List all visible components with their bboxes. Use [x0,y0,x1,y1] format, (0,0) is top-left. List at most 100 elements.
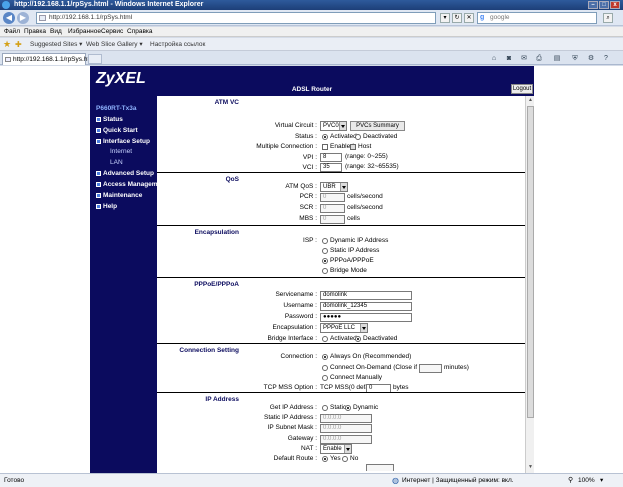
tab-rpsys[interactable]: http://192.168.1.1/rpSys.html [2,53,96,65]
refresh-icon[interactable]: ↻ [452,13,462,23]
favorites-link-suggested-sites[interactable]: Suggested Sites ▾ [30,38,82,51]
mail-icon[interactable]: ✉ [519,54,529,63]
status-activated-radio[interactable] [322,134,328,140]
vci-input[interactable]: 35 [320,163,342,172]
close-icon[interactable]: x [610,1,620,9]
multiple-connection-label: Multiple Connection : [256,143,317,150]
truncated-input[interactable] [366,464,394,471]
nav-status[interactable]: Status [96,116,123,124]
favorites-star-icon[interactable]: ★ [3,38,11,51]
feeds-icon[interactable]: ◙ [504,54,514,63]
vci-range: (range: 32~65535) [345,163,399,170]
maximize-icon[interactable]: □ [599,1,609,9]
zoom-icon[interactable]: ⚲ [568,474,573,487]
logout-button[interactable]: Logout [511,84,533,94]
tools-menu-icon[interactable]: ⚙ [586,54,596,63]
virtual-circuit-label: Virtual Circuit : [274,122,317,129]
isp-static-ip-label: Static IP Address [330,247,380,254]
help-menu-icon[interactable]: ? [601,54,611,63]
nav-internet[interactable]: Internet [110,148,132,156]
forward-icon[interactable]: ▶ [17,12,29,24]
username-label: Username : [283,302,317,309]
home-icon[interactable]: ⌂ [489,54,499,63]
idle-minutes-input[interactable] [419,364,442,373]
safety-menu-icon[interactable]: ⛨ [570,54,580,63]
search-input[interactable]: g google [477,12,597,24]
multiple-connection-enabled-checkbox[interactable] [322,144,328,150]
pppoe-encapsulation-select[interactable]: PPPoE LLC [320,323,368,333]
page-scrollbar[interactable]: ▲ ▼ [525,96,534,473]
host-checkbox[interactable] [350,144,356,150]
internet-zone-icon: ◍ [392,476,399,485]
atm-qos-select[interactable]: UBR [320,182,348,192]
nav-access-management[interactable]: Access Manageme [96,181,161,189]
back-icon[interactable]: ◀ [3,12,15,24]
pcr-input[interactable]: 0 [320,193,345,202]
menu-file[interactable]: Файл [4,27,20,37]
bridge-activated-radio[interactable] [322,336,328,342]
menu-help[interactable]: Справка [127,27,153,37]
stop-icon[interactable]: ✕ [464,13,474,23]
on-demand-radio[interactable] [322,365,328,371]
nav-lan[interactable]: LAN [110,159,123,167]
subnet-mask-input[interactable]: 0.0.0.0 [320,424,372,433]
get-ip-dynamic-radio[interactable] [345,405,351,411]
new-tab-button[interactable] [88,54,102,64]
scroll-down-icon[interactable]: ▼ [527,464,534,471]
password-input[interactable]: ●●●●● [320,313,412,322]
menu-edit[interactable]: Правка [24,27,46,37]
nav-help[interactable]: Help [96,203,117,211]
gateway-input[interactable]: 0.0.0.0 [320,435,372,444]
minimize-icon[interactable]: – [588,1,598,9]
default-route-label: Default Route : [273,455,317,462]
nav-advanced-setup[interactable]: Advanced Setup [96,170,154,178]
always-on-radio[interactable] [322,354,328,360]
default-route-yes-radio[interactable] [322,456,328,462]
zoom-dropdown-icon[interactable]: ▾ [600,474,603,487]
nat-select[interactable]: Enable [320,444,352,454]
page-menu-icon[interactable]: ▤ [552,54,562,63]
router-header: ZyXEL ADSL Router Logout [90,66,534,96]
scrollbar-thumb[interactable] [527,106,534,418]
address-input[interactable]: http://192.168.1.1/rpSys.html [36,12,436,24]
servicename-input[interactable]: domolink [320,291,412,300]
scr-input[interactable]: 0 [320,204,345,213]
connect-manually-radio[interactable] [322,375,328,381]
get-ip-static-radio[interactable] [322,405,328,411]
favorites-link-web-slice-gallery[interactable]: Web Slice Gallery ▾ [86,38,143,51]
menu-favorites[interactable]: Избранное [68,27,101,37]
isp-bridge-mode-radio[interactable] [322,268,328,274]
google-icon: g [480,14,485,21]
status-label: Status : [294,133,317,140]
isp-pppoa-pppoe-radio[interactable] [322,258,328,264]
compatibility-icon[interactable]: ▾ [440,13,450,23]
nav-interface-setup[interactable]: Interface Setup [96,138,150,146]
search-icon[interactable]: ⌕ [603,13,613,23]
expand-icon [96,116,101,122]
product-title: ADSL Router [291,86,333,93]
scroll-up-icon[interactable]: ▲ [527,97,534,104]
subnet-mask-label: IP Subnet Mask : [267,424,317,431]
nav-quick-start[interactable]: Quick Start [96,127,138,135]
pvcs-summary-button[interactable]: PVCs Summary [350,121,405,131]
bridge-deactivated-radio[interactable] [355,336,361,342]
model-name: P660RT-Tx3a [96,105,137,112]
nav-maintenance[interactable]: Maintenance [96,192,142,200]
username-input[interactable]: domolink_12345 [320,302,412,311]
zoom-level[interactable]: 100% [578,474,595,487]
isp-dynamic-ip-radio[interactable] [322,238,328,244]
menu-tools[interactable]: Сервис [101,27,123,37]
status-deactivated-radio[interactable] [355,134,361,140]
page-margin [0,96,90,473]
isp-static-ip-radio[interactable] [322,248,328,254]
favorites-link-customize[interactable]: Настройка ссылок [150,38,205,51]
atm-qos-label: ATM QoS : [285,183,317,190]
default-route-no-radio[interactable] [342,456,348,462]
static-ip-input[interactable]: 0.0.0.0 [320,414,372,423]
print-icon[interactable]: ⎙ [534,54,544,63]
virtual-circuit-select[interactable]: PVC0 [320,121,347,131]
mbs-input[interactable]: 0 [320,215,345,224]
vpi-input[interactable]: 8 [320,153,342,162]
menu-view[interactable]: Вид [50,27,62,37]
add-favorite-icon[interactable]: ✚ [15,38,22,51]
